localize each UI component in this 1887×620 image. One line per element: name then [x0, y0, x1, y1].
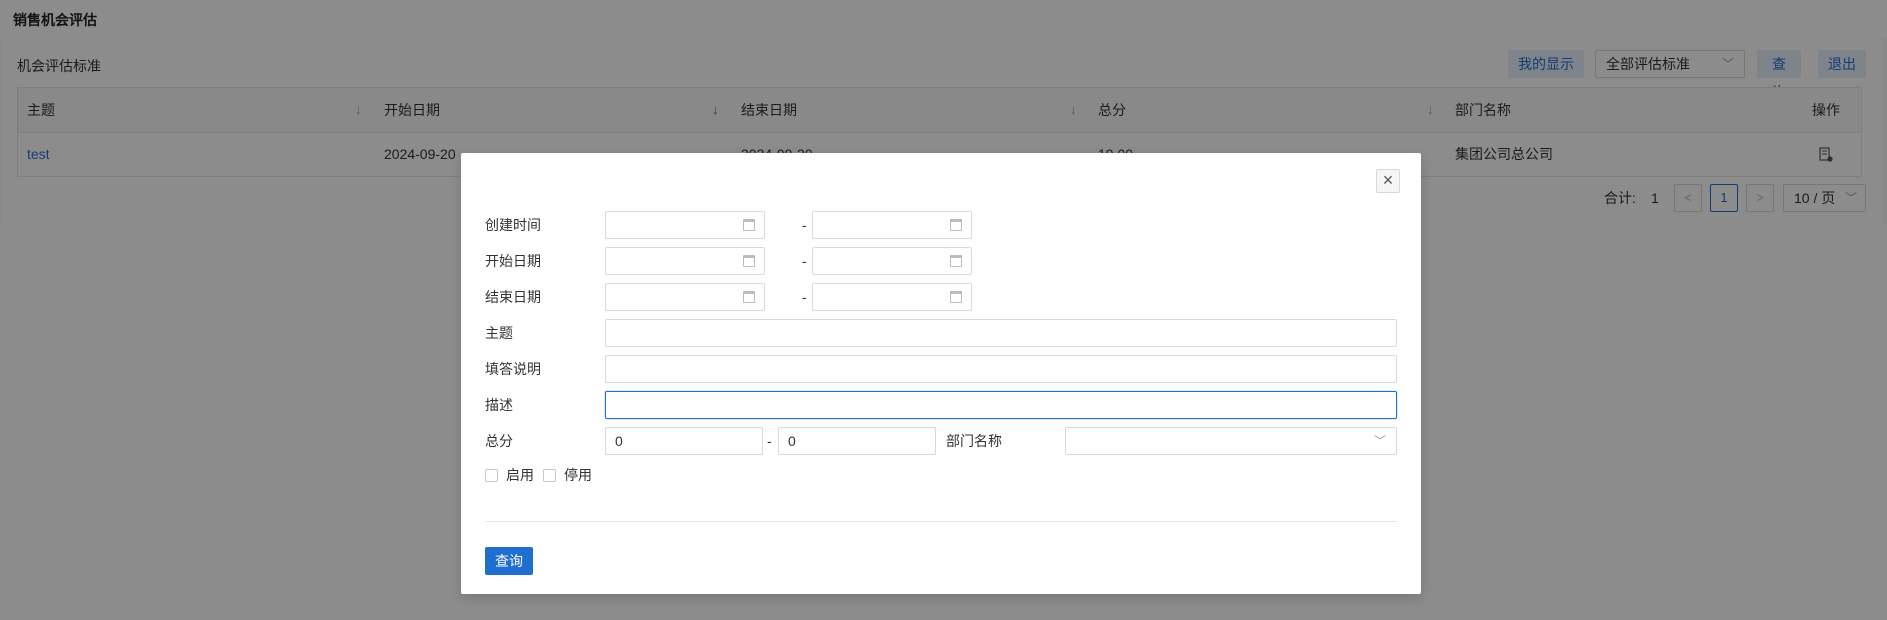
range-separator: - [802, 253, 807, 269]
fill-instruction-input[interactable] [605, 355, 1397, 383]
calendar-icon [743, 255, 755, 267]
range-separator: - [802, 217, 807, 233]
calendar-icon [950, 255, 962, 267]
description-input[interactable] [605, 391, 1397, 419]
end-date-from-input[interactable] [605, 283, 765, 311]
total-score-min-input[interactable]: 0 [605, 427, 763, 455]
subject-label: 主题 [485, 325, 513, 341]
range-separator: - [767, 433, 772, 449]
description-label: 描述 [485, 397, 513, 413]
created-time-label: 创建时间 [485, 217, 541, 233]
end-date-label: 结束日期 [485, 289, 541, 305]
calendar-icon [743, 219, 755, 231]
close-icon: × [1382, 170, 1394, 190]
chevron-down-icon: ﹀ [1373, 434, 1386, 448]
end-date-to-input[interactable] [812, 283, 972, 311]
close-button[interactable]: × [1376, 169, 1400, 193]
enabled-checkbox-label[interactable]: 启用 [506, 464, 534, 486]
fill-instruction-label: 填答说明 [485, 361, 541, 377]
created-time-end-input[interactable] [812, 211, 972, 239]
dialog-query-button[interactable]: 查询 [485, 547, 533, 575]
calendar-icon [950, 219, 962, 231]
range-separator: - [802, 289, 807, 305]
created-time-start-input[interactable] [605, 211, 765, 239]
total-score-label: 总分 [485, 433, 513, 449]
search-dialog: × 创建时间 - 开始日期 - 结束日期 - 主题 填答说明 描述 总分 0 -… [461, 153, 1421, 594]
calendar-icon [743, 291, 755, 303]
department-label: 部门名称 [946, 433, 1002, 449]
start-date-to-input[interactable] [812, 247, 972, 275]
enabled-checkbox[interactable] [485, 469, 498, 482]
total-score-max-input[interactable]: 0 [778, 427, 936, 455]
calendar-icon [950, 291, 962, 303]
disabled-checkbox-label[interactable]: 停用 [564, 464, 592, 486]
department-select[interactable]: ﹀ [1065, 427, 1397, 455]
subject-input[interactable] [605, 319, 1397, 347]
start-date-from-input[interactable] [605, 247, 765, 275]
start-date-label: 开始日期 [485, 253, 541, 269]
divider [485, 521, 1397, 522]
disabled-checkbox[interactable] [543, 469, 556, 482]
